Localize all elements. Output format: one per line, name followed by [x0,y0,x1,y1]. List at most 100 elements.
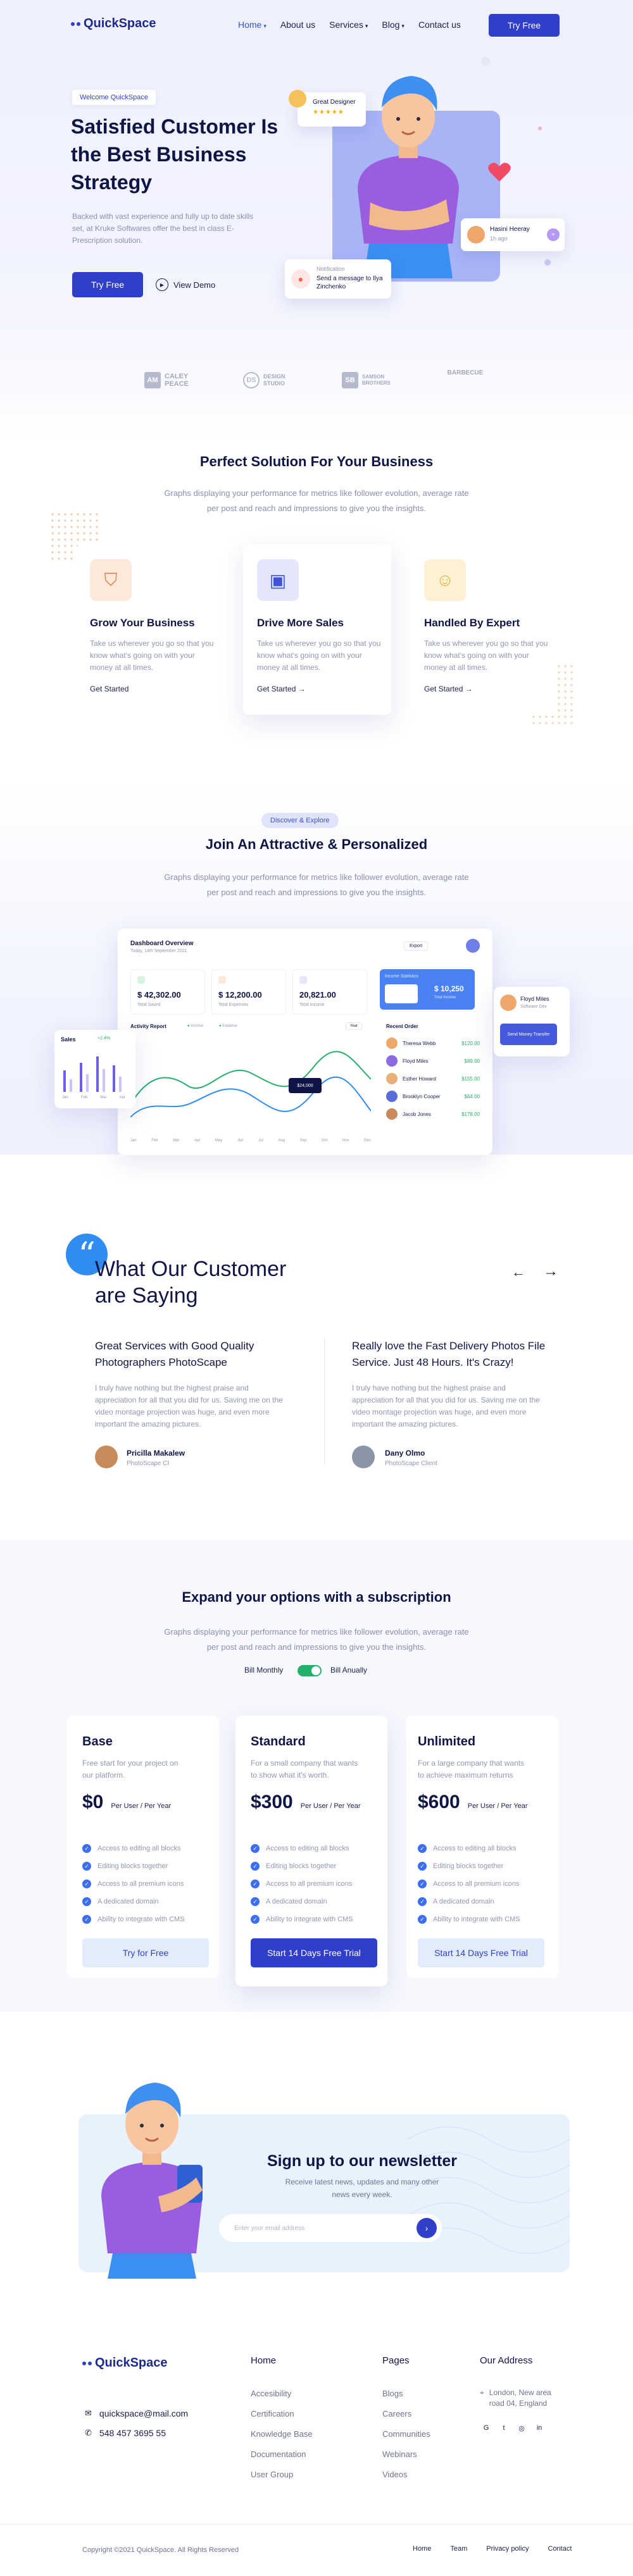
twitter-icon[interactable]: t [498,2422,510,2434]
footer-bottom-links: Home Team Privacy policy Contact [413,2545,572,2553]
start-trial-button[interactable]: Start 14 Days Free Trial [251,1938,377,1967]
nav-contact[interactable]: Contact us [418,20,461,30]
footer-link[interactable]: Blogs [382,2389,430,2398]
testimonial-role: PhotoScape Client [385,1460,437,1467]
legend-income: ● Income [187,1024,203,1028]
footer-email[interactable]: ✉ quickspace@mail.com [85,2408,188,2418]
start-trial-button[interactable]: Start 14 Days Free Trial [418,1938,544,1967]
footer-link[interactable]: Documentation [251,2449,313,2459]
divider [324,1338,325,1464]
feature-text: Take us wherever you go so that you know… [424,639,548,672]
discover-title: Join An Attractive & Personalized [205,836,428,852]
chevron-down-icon: ▾ [365,23,368,29]
email-text: quickspace@mail.com [99,2408,189,2418]
nav-about[interactable]: About us [280,20,315,30]
footer-link[interactable]: Accesibility [251,2389,313,2398]
chart-tooltip: $24,000 [289,1078,322,1093]
feature-item: ✓ Ability to integrate with CMS [82,1910,185,1928]
testimonial-headline: Great Services with Good Quality Photogr… [95,1340,254,1368]
sales-card: Sales +2.4% Jan Feb Mar Apr [54,1030,135,1108]
testimonial-name: Dany Olmo [385,1449,425,1458]
order-row[interactable]: Jacob Jones $178.00 [386,1108,480,1120]
address-line: road 04, England [489,2399,548,2408]
arrow-right-icon[interactable]: → [543,1263,558,1280]
chevron-down-icon: ▾ [263,23,266,29]
get-started-link[interactable]: Get Started → [424,684,473,693]
avatar [95,1446,118,1468]
pricing-subtitle-2: per post and reach and impressions to gi… [206,1642,427,1652]
footer-link[interactable]: Communities [382,2429,430,2439]
nav-services[interactable]: Services ▾ [329,20,368,30]
plan-name: Base [82,1735,113,1749]
order-row[interactable]: Brooklyn Cooper $64.00 [386,1091,480,1102]
bell-icon: ● [291,269,310,288]
footer-link[interactable]: Careers [382,2409,430,2418]
check-icon: ✓ [251,1897,260,1906]
view-demo-button[interactable]: ▶ View Demo [156,278,215,291]
mini-card [385,984,418,1003]
footer-bottom-link[interactable]: Contact [548,2545,572,2553]
nav-home[interactable]: Home ▾ [238,20,266,30]
export-button[interactable]: Export [404,941,429,951]
google-icon[interactable]: G [480,2422,492,2434]
avatar [467,226,485,244]
footer-link[interactable]: User Group [251,2470,313,2479]
plan-name: Standard [251,1735,306,1749]
billing-toggle[interactable] [298,1665,322,1676]
profile-role: Software Dev [520,1005,548,1009]
footer-link[interactable]: Knowledge Base [251,2429,313,2439]
header-try-free-button[interactable]: Try Free [489,14,560,37]
dashboard-date: Today, 14th September 2021 [130,949,187,953]
get-started-link[interactable]: Get Started → [257,684,306,693]
footer-link[interactable]: Webinars [382,2449,430,2459]
footer-link[interactable]: Certification [251,2409,313,2418]
try-for-free-button[interactable]: Try for Free [82,1938,209,1967]
income-card-title: Income Statistics [385,974,418,979]
partner-mark: AM [144,372,161,388]
check-icon: ✓ [418,1862,427,1871]
footer-column-title: Our Address [480,2355,533,2366]
arrow-right-icon[interactable]: › [417,2218,437,2238]
month-label: Jun [237,1139,244,1142]
brand-logo[interactable]: QuickSpace [71,16,156,31]
avatar [466,939,480,953]
legend-expense: ● Expense [219,1024,237,1028]
feature-item: ✓ Ability to integrate with CMS [251,1910,353,1928]
hero-try-free-button[interactable]: Try Free [72,272,143,297]
month-label: Apr [119,1096,125,1099]
footer-bottom-link[interactable]: Team [450,2545,467,2553]
arrow-left-icon[interactable]: ← [511,1264,525,1280]
recent-orders-title: Recent Order [386,1024,418,1029]
brand-name: QuickSpace [84,16,156,30]
pricing-card-base: Base Free start for your project on our … [67,1716,219,1978]
footer-logo[interactable]: QuickSpace [82,2356,168,2370]
order-row[interactable]: Esther Howard $155.00 [386,1073,480,1084]
plus-icon[interactable]: + [547,228,560,241]
footer-bottom-link[interactable]: Home [413,2545,431,2553]
period-select[interactable]: Year [346,1022,363,1030]
footer-phone[interactable]: ✆ 548 457 3695 55 [85,2428,166,2438]
month-label: Feb [151,1139,158,1142]
stat-icon [299,976,307,984]
footer-link[interactable]: Videos [382,2470,430,2479]
check-icon: ✓ [418,1879,427,1888]
bill-annually-label: Bill Anually [330,1666,368,1675]
instagram-icon[interactable]: ◎ [515,2422,528,2434]
stat-value: 20,821.00 [299,990,336,1000]
partner-name: DESIGN STUDIO [263,373,285,387]
dashboard-preview: Dashboard Overview Today, 14th September… [118,929,492,1155]
order-row[interactable]: Floyd Miles $89.00 [386,1055,480,1067]
newsletter-email-input[interactable]: Enter your email address [219,2214,442,2242]
check-icon: ✓ [418,1915,427,1924]
footer-column-pages: Pages Blogs Careers Communities Webinars… [382,2355,430,2479]
send-money-button[interactable]: Send Money Transfer [500,1024,557,1045]
heart-icon [488,163,511,182]
avatar [386,1037,398,1049]
footer-bottom-link[interactable]: Privacy policy [486,2545,529,2553]
month-label: Sep [299,1139,307,1142]
nav-blog[interactable]: Blog ▾ [382,20,404,30]
recent-orders: Recent Order Theresa Webb $120.00 Floyd M… [386,1024,480,1150]
linkedin-icon[interactable]: in [533,2422,546,2434]
get-started-link[interactable]: Get Started [90,684,128,693]
order-row[interactable]: Theresa Webb $120.00 [386,1037,480,1049]
